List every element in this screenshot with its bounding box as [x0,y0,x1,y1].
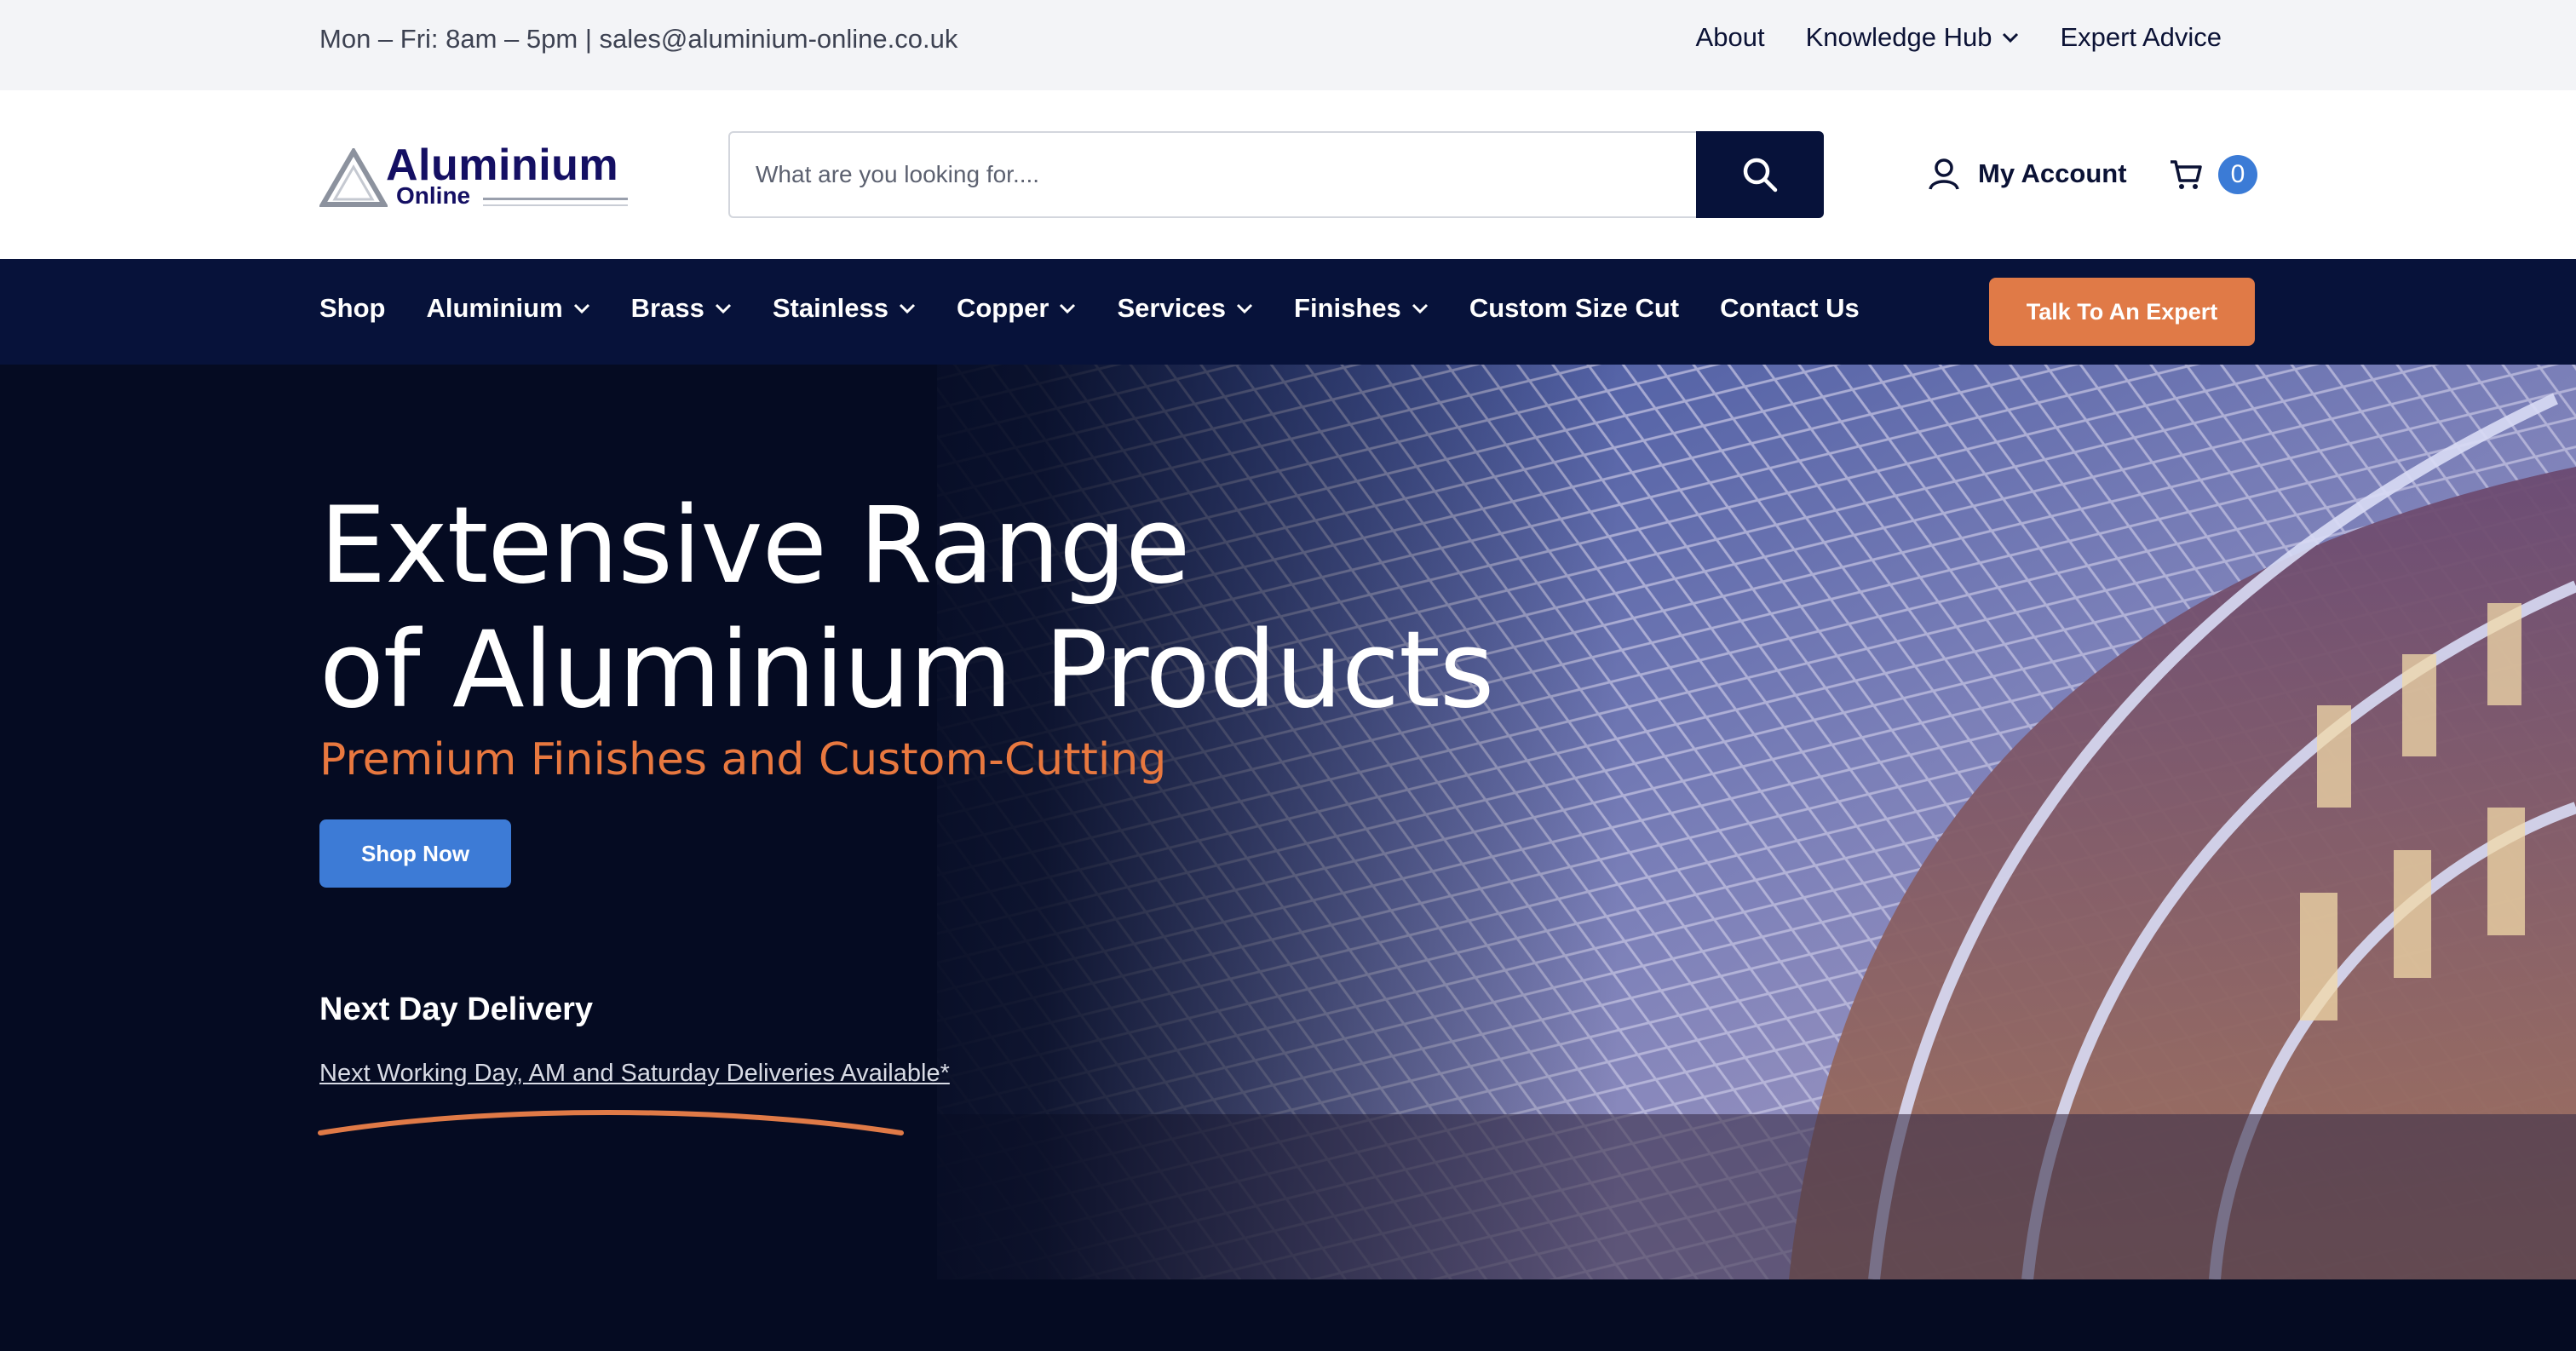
aluminium-online-logo[interactable]: Aluminium Online [319,140,630,211]
nav-label: Copper [956,293,1049,323]
chevron-down-icon [899,303,916,314]
expert-advice-label: Expert Advice [2060,22,2222,52]
top-info-bar: Mon – Fri: 8am – 5pm | sales@aluminium-o… [0,0,2576,90]
my-account-link[interactable]: My Account [1927,157,2127,191]
top-links: About Knowledge Hub Expert Advice [1696,22,2222,53]
chevron-down-icon [715,303,731,314]
delivery-title: Next Day Delivery [319,992,594,1027]
nav-item-services[interactable]: Services [1117,293,1253,324]
chevron-down-icon [1412,303,1428,314]
orange-swoosh-decoration [318,1110,904,1135]
hero-title-line2: of Aluminium Products [319,609,1494,732]
hero-banner: Extensive Range of Aluminium Products Pr… [0,365,2576,1279]
page-bottom-band [0,1279,2576,1351]
knowledge-hub-link[interactable]: Knowledge Hub [1806,22,2020,53]
hero-tagline: Premium Finishes and Custom-Cutting [319,734,1167,785]
expert-advice-link[interactable]: Expert Advice [2060,22,2222,53]
my-account-label: My Account [1978,158,2127,188]
nav-item-custom-size-cut[interactable]: Custom Size Cut [1469,293,1679,324]
site-header: Aluminium Online My Account 0 [0,90,2576,259]
delivery-info-link[interactable]: Next Working Day, AM and Saturday Delive… [319,1060,950,1088]
nav-label: Stainless [772,293,888,323]
search-bar [728,131,1824,218]
nav-label: Brass [630,293,704,323]
about-label: About [1695,22,1765,52]
nav-item-aluminium[interactable]: Aluminium [427,293,590,324]
search-button[interactable] [1696,131,1824,218]
nav-item-copper[interactable]: Copper [957,293,1077,324]
talk-to-expert-button[interactable]: Talk To An Expert [1989,278,2255,346]
nav-item-shop[interactable]: Shop [319,293,386,324]
nav-label: Contact Us [1720,293,1860,323]
logo-rule-thin [483,204,628,206]
main-navigation: Shop Aluminium Brass Stainless Copper Se… [0,259,2576,365]
nav-label: Finishes [1294,293,1401,323]
logo-subtitle: Online [396,182,471,209]
chevron-down-icon [1060,303,1076,314]
logo-triangle-icon [319,148,388,207]
nav-label: Shop [319,293,386,323]
logo-rule [483,198,628,200]
contact-hours-email: Mon – Fri: 8am – 5pm | sales@aluminium-o… [319,24,958,54]
knowledge-hub-label: Knowledge Hub [1805,22,1992,52]
nav-item-brass[interactable]: Brass [631,293,732,324]
nav-label: Aluminium [426,293,563,323]
search-input[interactable] [756,153,1693,196]
nav-label: Custom Size Cut [1469,293,1680,323]
nav-item-finishes[interactable]: Finishes [1294,293,1429,324]
hero-title-line1: Extensive Range [319,485,1190,607]
nav-item-stainless[interactable]: Stainless [773,293,916,324]
nav-item-contact-us[interactable]: Contact Us [1720,293,1860,324]
nav-label: Services [1117,293,1227,323]
user-icon [1929,158,1959,190]
cart-icon [2171,160,2202,189]
search-icon [1743,158,1778,193]
chevron-down-icon [573,303,589,314]
chevron-down-icon [2003,32,2019,43]
chevron-down-icon [1236,303,1253,314]
cart-count-badge: 0 [2218,155,2257,194]
shop-now-button[interactable]: Shop Now [319,819,511,888]
cart-button[interactable]: 0 [2169,155,2257,194]
about-link[interactable]: About [1696,22,1765,53]
